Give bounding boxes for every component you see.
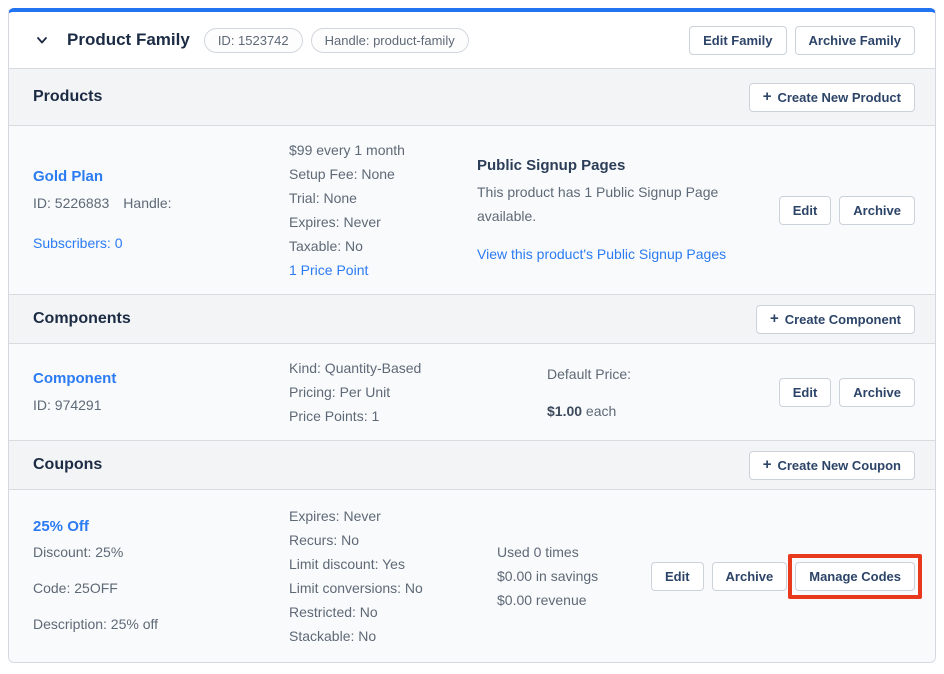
coupon-detail: Stackable: No	[289, 624, 485, 648]
create-component-button[interactable]: + Create Component	[756, 305, 915, 334]
component-actions: Edit Archive	[779, 378, 915, 407]
product-family-card: Product Family ID: 1523742 Handle: produ…	[8, 8, 936, 663]
component-summary-column: Component ID: 974291	[33, 368, 289, 417]
coupon-stat: $0.00 in savings	[497, 564, 598, 588]
product-detail: Setup Fee: None	[289, 162, 465, 186]
coupon-detail: Limit discount: Yes	[289, 552, 485, 576]
default-price-label: Default Price:	[547, 362, 631, 386]
product-detail: Taxable: No	[289, 234, 465, 258]
collapse-toggle[interactable]	[31, 29, 53, 51]
coupon-detail: Restricted: No	[289, 600, 485, 624]
products-section-title: Products	[33, 88, 102, 106]
signup-pages-description: This product has 1 Public Signup Page av…	[477, 180, 733, 228]
view-signup-pages-link[interactable]: View this product's Public Signup Pages	[477, 242, 726, 266]
manage-codes-button[interactable]: Manage Codes	[795, 562, 915, 591]
coupon-stat: Used 0 times	[497, 540, 598, 564]
coupon-detail: Limit conversions: No	[289, 576, 485, 600]
coupon-discount: Discount: 25%	[33, 540, 277, 564]
product-name-link[interactable]: Gold Plan	[33, 166, 103, 188]
coupon-name-link[interactable]: 25% Off	[33, 516, 89, 538]
product-details-column: $99 every 1 month Setup Fee: None Trial:…	[289, 138, 477, 282]
family-id-badge: ID: 1523742	[204, 28, 303, 53]
edit-family-button[interactable]: Edit Family	[689, 26, 786, 55]
product-archive-button[interactable]: Archive	[839, 196, 915, 225]
component-edit-button[interactable]: Edit	[779, 378, 832, 407]
product-edit-button[interactable]: Edit	[779, 196, 832, 225]
component-price-column: Default Price: $1.00 each	[547, 362, 631, 423]
archive-family-button[interactable]: Archive Family	[795, 26, 916, 55]
product-id: ID: 5226883	[33, 195, 109, 211]
coupon-detail: Expires: Never	[289, 504, 485, 528]
signup-pages-column: Public Signup Pages This product has 1 P…	[477, 154, 733, 266]
price-point-link[interactable]: 1 Price Point	[289, 258, 368, 282]
component-detail: Kind: Quantity-Based	[289, 356, 535, 380]
signup-pages-title: Public Signup Pages	[477, 154, 733, 178]
default-price-line: $1.00 each	[547, 399, 631, 423]
components-section-header: Components + Create Component	[9, 295, 935, 344]
component-detail: Pricing: Per Unit	[289, 380, 535, 404]
product-subscribers-link[interactable]: Subscribers: 0	[33, 231, 122, 255]
chevron-down-icon	[35, 33, 49, 47]
component-detail: Price Points: 1	[289, 404, 535, 428]
default-price-unit: each	[582, 403, 616, 419]
products-section-header: Products + Create New Product	[9, 69, 935, 126]
family-header: Product Family ID: 1523742 Handle: produ…	[9, 12, 935, 69]
component-id: ID: 974291	[33, 393, 277, 417]
product-detail: $99 every 1 month	[289, 138, 465, 162]
coupon-stats-column: Used 0 times $0.00 in savings $0.00 reve…	[497, 540, 598, 612]
component-name-link[interactable]: Component	[33, 368, 116, 390]
coupon-actions: Edit Archive Manage Codes	[651, 562, 915, 591]
family-title: Product Family	[67, 30, 190, 50]
plus-icon: +	[770, 311, 779, 326]
product-detail: Expires: Never	[289, 210, 465, 234]
coupon-details-column: Expires: Never Recurs: No Limit discount…	[289, 504, 497, 648]
coupons-section-title: Coupons	[33, 456, 102, 474]
product-summary-column: Gold Plan ID: 5226883 Handle: Subscribers…	[33, 166, 289, 255]
coupon-row: 25% Off Discount: 25% Code: 25OFF Descri…	[9, 490, 935, 662]
coupon-detail: Recurs: No	[289, 528, 485, 552]
family-handle-badge: Handle: product-family	[311, 28, 469, 53]
coupon-code: Code: 25OFF	[33, 576, 277, 600]
plus-icon: +	[763, 89, 772, 104]
default-price-value: $1.00	[547, 403, 582, 419]
component-details-column: Kind: Quantity-Based Pricing: Per Unit P…	[289, 356, 547, 428]
coupon-edit-button[interactable]: Edit	[651, 562, 704, 591]
product-handle-label: Handle:	[123, 195, 171, 211]
coupon-description: Description: 25% off	[33, 612, 277, 636]
coupon-archive-button[interactable]: Archive	[712, 562, 788, 591]
create-new-product-button[interactable]: + Create New Product	[749, 83, 915, 112]
coupon-summary-column: 25% Off Discount: 25% Code: 25OFF Descri…	[33, 516, 289, 636]
product-id-line: ID: 5226883 Handle:	[33, 191, 277, 215]
plus-icon: +	[763, 457, 772, 472]
create-new-coupon-button[interactable]: + Create New Coupon	[749, 451, 915, 480]
product-detail: Trial: None	[289, 186, 465, 210]
component-archive-button[interactable]: Archive	[839, 378, 915, 407]
product-row: Gold Plan ID: 5226883 Handle: Subscribers…	[9, 126, 935, 295]
product-actions: Edit Archive	[779, 196, 915, 225]
component-row: Component ID: 974291 Kind: Quantity-Base…	[9, 344, 935, 441]
coupons-section-header: Coupons + Create New Coupon	[9, 441, 935, 490]
coupon-stat: $0.00 revenue	[497, 588, 598, 612]
components-section-title: Components	[33, 310, 131, 328]
